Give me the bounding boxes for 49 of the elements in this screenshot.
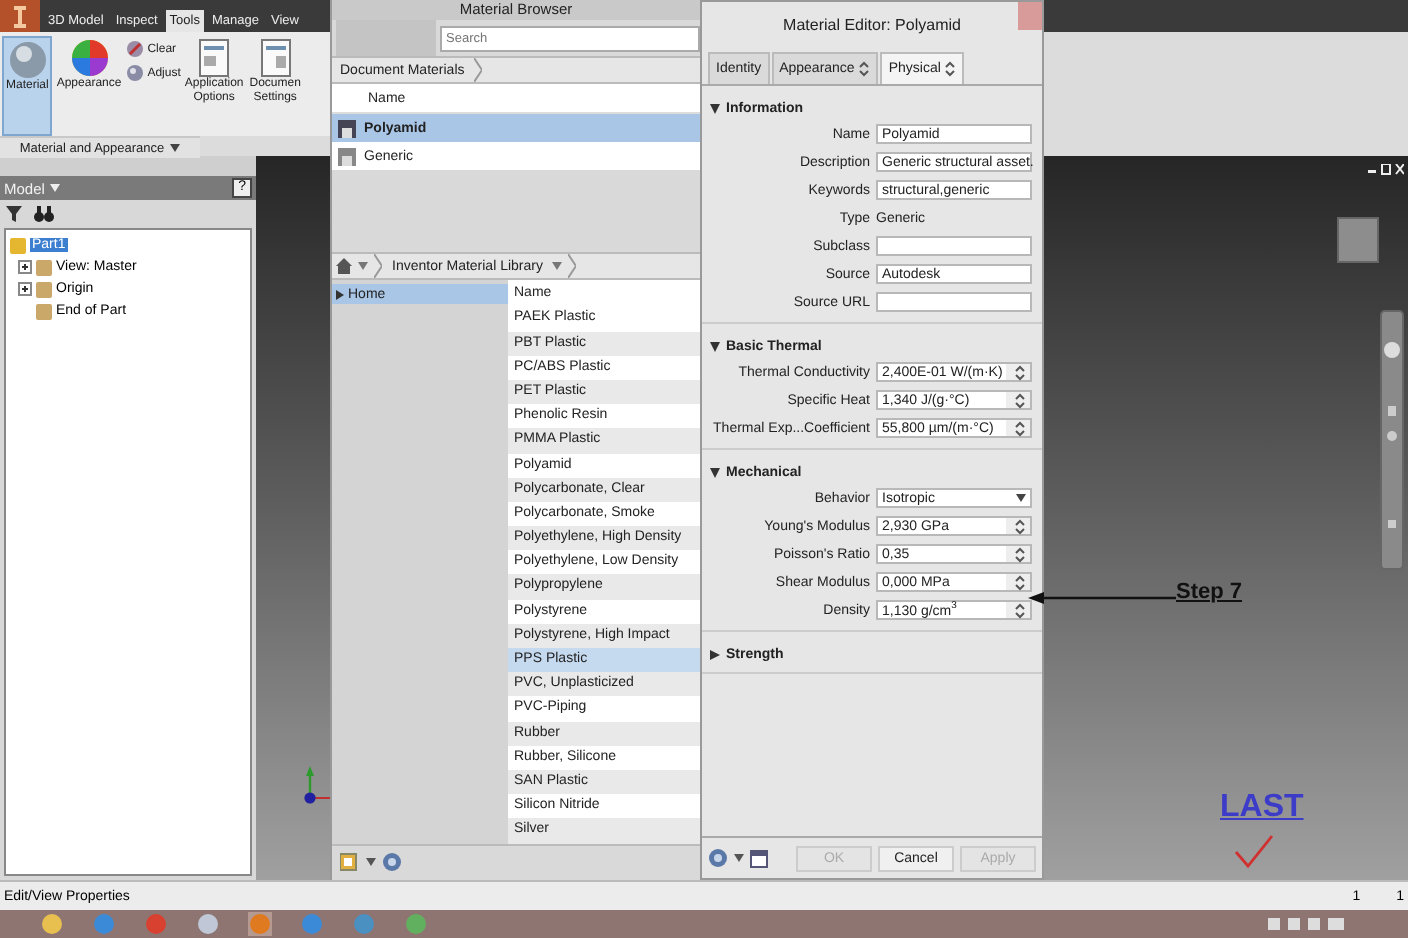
spinner-icon[interactable] (858, 60, 871, 78)
home-icon[interactable] (336, 258, 352, 275)
window-icon[interactable] (750, 849, 768, 867)
spinner-icon[interactable] (1014, 573, 1026, 591)
collapse-arrow-icon[interactable] (710, 103, 720, 113)
navigation-bar[interactable] (1380, 310, 1404, 570)
collapse-arrow-icon[interactable] (710, 467, 720, 477)
chevron-icon (374, 254, 382, 279)
spinner-icon[interactable] (944, 60, 957, 78)
check-mark-icon (1234, 834, 1274, 870)
text-field[interactable] (876, 236, 1032, 256)
eraser-icon (125, 40, 144, 58)
document-icon (259, 38, 292, 78)
caret-icon[interactable] (734, 854, 744, 862)
view-cube-icon[interactable] (1336, 216, 1380, 264)
spinner-icon[interactable] (1014, 419, 1026, 437)
spinner-icon[interactable] (1014, 391, 1026, 409)
caret-icon[interactable] (366, 858, 376, 867)
spinner-icon[interactable] (1014, 363, 1026, 381)
binoculars-icon[interactable] (34, 206, 54, 222)
library-icon[interactable] (340, 852, 360, 873)
window-controls-icon[interactable] (1368, 164, 1404, 176)
chevron-icon (474, 58, 483, 82)
caret-icon[interactable] (170, 144, 181, 152)
axis-triad-icon (298, 764, 330, 808)
document-icon (198, 38, 231, 78)
caret-icon[interactable] (1016, 494, 1026, 502)
expand-icon[interactable] (18, 282, 32, 296)
text-field[interactable] (876, 292, 1032, 312)
spinner-icon[interactable] (1014, 545, 1026, 563)
color-wheel-icon (69, 38, 110, 78)
spinner-icon[interactable] (1014, 517, 1026, 535)
chevron-icon (568, 254, 577, 279)
material-swatch-icon (338, 119, 356, 137)
step-label: Step 7 (1176, 580, 1243, 604)
expand-arrow-icon[interactable] (710, 649, 720, 659)
tray-icons (1268, 916, 1348, 932)
filter-icon[interactable] (6, 206, 22, 222)
app-menu-icon[interactable] (0, 0, 40, 32)
sphere-icon (125, 64, 144, 82)
collapse-arrow-icon[interactable] (710, 341, 720, 351)
material-swatch-icon (338, 147, 356, 165)
last-label: LAST (1220, 790, 1304, 826)
expand-icon[interactable] (18, 260, 32, 274)
sphere-icon (7, 40, 48, 80)
expand-arrow-icon[interactable] (336, 289, 344, 300)
window-title: Material Editor: Polyamid (783, 15, 961, 33)
taskbar-app-icon[interactable] (196, 912, 220, 936)
spinner-icon[interactable] (1014, 601, 1026, 619)
